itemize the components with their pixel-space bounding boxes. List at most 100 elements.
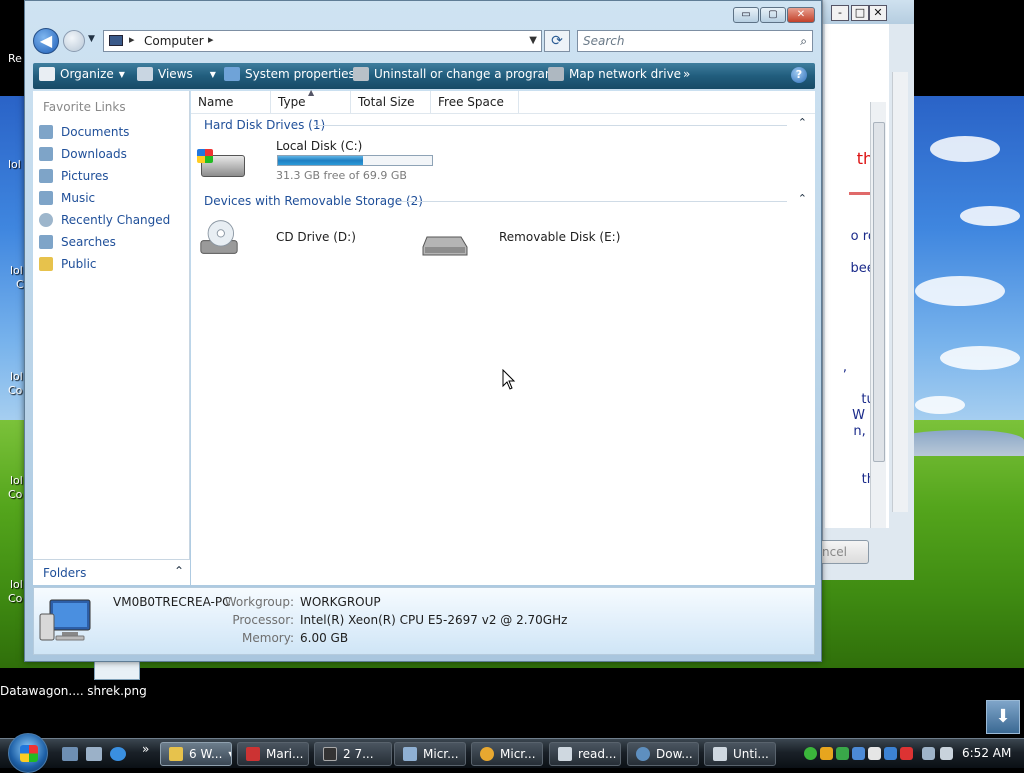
sidebar-item-recently-changed[interactable]: Recently Changed (39, 213, 170, 227)
tray-icon[interactable] (900, 747, 913, 760)
workgroup-value: WORKGROUP (300, 595, 381, 609)
uninstall-program-button[interactable]: Uninstall or change a program (353, 67, 557, 81)
forward-button[interactable] (63, 30, 85, 52)
chevron-down-icon[interactable]: ▼ (529, 35, 537, 46)
taskbar: » 6 W... ▼ Mari... 2 7... Micr... Micr..… (0, 733, 1024, 773)
sidebar-item-downloads[interactable]: Downloads (39, 147, 127, 161)
taskbar-button[interactable]: Unti... (704, 742, 776, 766)
sidebar-item-pictures[interactable]: Pictures (39, 169, 109, 183)
cd-drive-icon (200, 220, 238, 254)
sidebar-item-public[interactable]: Public (39, 257, 97, 271)
security-icon[interactable] (820, 747, 833, 760)
toolbar-overflow-button[interactable]: » (683, 67, 690, 81)
taskbar-button[interactable]: Micr... (394, 742, 466, 766)
download-arrow-icon[interactable]: ⬇ (986, 700, 1020, 734)
group-header-removable-storage[interactable]: Devices with Removable Storage (2) ⌃ (191, 191, 815, 211)
drive-usage-bar (277, 155, 433, 166)
memory-label: Memory: (242, 631, 294, 645)
removable-disk-icon (422, 236, 468, 256)
network-icon[interactable] (922, 747, 935, 760)
column-header-name[interactable]: Name (191, 91, 271, 113)
refresh-button[interactable]: ⟳ (544, 30, 570, 52)
chevron-right-icon[interactable]: ▸ (208, 33, 214, 46)
close-button[interactable]: ✕ (869, 5, 887, 21)
clock[interactable]: 6:52 AM (962, 746, 1011, 760)
taskbar-button-windows-explorer[interactable]: 6 W... ▼ (160, 742, 232, 766)
7zip-icon (323, 747, 337, 761)
volume-icon[interactable] (940, 747, 953, 760)
system-properties-button[interactable]: System properties (224, 67, 355, 81)
taskbar-button[interactable]: 2 7... (314, 742, 392, 766)
desktop-label: lol (10, 474, 23, 487)
processor-value: Intel(R) Xeon(R) CPU E5-2697 v2 @ 2.70GH… (300, 613, 568, 627)
column-header-total-size[interactable]: Total Size (351, 91, 431, 113)
chevron-up-icon[interactable]: ⌃ (798, 116, 807, 129)
help-icon[interactable]: ? (791, 67, 807, 83)
drive-name: Local Disk (C:) (276, 139, 363, 153)
app-icon (403, 747, 417, 761)
breadcrumb-computer[interactable]: Computer (144, 34, 204, 48)
hard-drive-icon (197, 149, 245, 177)
map-network-drive-button[interactable]: Map network drive (548, 67, 681, 81)
vertical-scrollbar[interactable] (892, 72, 908, 512)
taskbar-button[interactable]: Dow... (627, 742, 699, 766)
app-icon (480, 747, 494, 761)
minimize-button[interactable]: ▭ (733, 7, 759, 23)
chevron-up-icon[interactable]: ⌃ (798, 192, 807, 205)
group-header-hard-disk-drives[interactable]: Hard Disk Drives (1) ⌃ (191, 115, 815, 135)
status-icon[interactable] (804, 747, 817, 760)
music-icon (39, 191, 53, 205)
desktop-icon-shrek[interactable]: shrek.png (84, 660, 150, 698)
cancel-button[interactable]: ncel (815, 540, 869, 564)
taskbar-button[interactable]: read... (549, 742, 621, 766)
show-desktop-icon[interactable] (62, 747, 78, 761)
chevron-down-icon: ▼ (209, 69, 216, 79)
tray-icon[interactable] (868, 747, 881, 760)
desktop-label: Co (8, 592, 23, 605)
scrollbar-thumb[interactable] (873, 122, 885, 462)
explorer-window[interactable]: ▭ ▢ ✕ ◀ ▼ ▸ Computer ▸ ▼ ⟳ Search ⌕ Orga… (24, 0, 822, 662)
tray-icon[interactable] (852, 747, 865, 760)
folders-toggle[interactable]: Folders ⌃ (33, 559, 190, 585)
search-icon[interactable]: ⌕ (800, 34, 807, 49)
desktop-icon-datawagon[interactable]: Datawagon.... (0, 684, 84, 698)
download-icon (636, 747, 650, 761)
back-arrow-icon: ◀ (39, 31, 53, 50)
back-button[interactable]: ◀ (33, 28, 59, 54)
recent-pages-dropdown[interactable]: ▼ (88, 34, 95, 44)
map-drive-icon (548, 67, 564, 81)
views-button[interactable]: Views ▼ (137, 67, 216, 81)
searches-icon (39, 235, 53, 249)
caption-buttons: ▭ ▢ ✕ (733, 7, 815, 23)
start-button[interactable] (8, 733, 48, 773)
recently-changed-icon (39, 213, 53, 227)
taskbar-button[interactable]: Mari... (237, 742, 309, 766)
sidebar-item-documents[interactable]: Documents (39, 125, 129, 139)
folder-icon (169, 747, 183, 761)
background-window-titlebar[interactable]: - □ ✕ (823, 0, 914, 24)
search-input[interactable]: Search ⌕ (577, 30, 813, 52)
quick-launch-overflow-button[interactable]: » (142, 742, 149, 756)
sidebar-item-music[interactable]: Music (39, 191, 95, 205)
folders-label: Folders (43, 566, 87, 580)
uninstall-icon (353, 67, 369, 81)
column-header-free-space[interactable]: Free Space (431, 91, 519, 113)
address-bar[interactable]: ▸ Computer ▸ ▼ (103, 30, 542, 52)
minimize-button[interactable]: - (831, 5, 849, 21)
command-bar: Organize ▼ Views ▼ System properties Uni… (33, 63, 815, 89)
chevron-right-icon[interactable]: ▸ (129, 33, 135, 46)
maximize-button[interactable]: ▢ (760, 7, 786, 23)
vertical-scrollbar[interactable] (870, 102, 886, 528)
switch-windows-icon[interactable] (86, 747, 102, 761)
tray-icon[interactable] (836, 747, 849, 760)
drive-name: Removable Disk (E:) (499, 230, 621, 244)
taskbar-button[interactable]: Micr... (471, 742, 543, 766)
close-button[interactable]: ✕ (787, 7, 815, 23)
drive-usage-fill (278, 156, 363, 165)
sidebar-item-searches[interactable]: Searches (39, 235, 116, 249)
internet-explorer-icon[interactable] (110, 747, 126, 761)
organize-button[interactable]: Organize ▼ (39, 67, 125, 81)
maximize-button[interactable]: □ (851, 5, 869, 21)
paint-icon (713, 747, 727, 761)
tray-icon[interactable] (884, 747, 897, 760)
